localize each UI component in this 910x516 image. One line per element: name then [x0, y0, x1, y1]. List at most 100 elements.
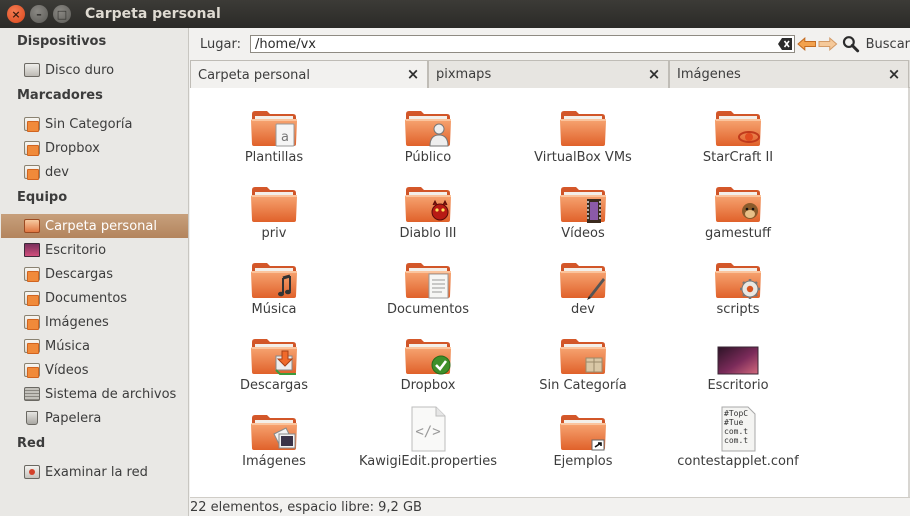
downloads-folder-icon: [250, 330, 298, 376]
file-item[interactable]: StarCraft II: [663, 102, 813, 165]
videos-folder-icon: [559, 178, 607, 224]
folder-icon: [559, 102, 607, 148]
file-item-label: Plantillas: [244, 150, 304, 165]
sidebar-item-label: Imágenes: [45, 314, 109, 330]
sidebar-item[interactable]: Música: [1, 334, 188, 358]
file-item[interactable]: Escritorio: [663, 330, 813, 393]
file-view[interactable]: a Plantillas Público VirtualBox VMs StarCraf…: [190, 88, 908, 497]
package-icon: [253, 482, 295, 497]
file-item[interactable]: #TopC #Tue com.t com.t contestapplet.conf: [663, 406, 813, 469]
sidebar-item[interactable]: dev: [1, 160, 188, 184]
file-item-label: Descargas: [239, 378, 308, 393]
filesystem-icon: [24, 387, 40, 401]
file-item[interactable]: gamestuff: [663, 178, 813, 241]
music-folder-icon: [250, 254, 298, 300]
sidebar-item[interactable]: Papelera: [1, 406, 188, 430]
file-item[interactable]: scripts: [663, 254, 813, 317]
file-item[interactable]: Público: [353, 102, 503, 165]
folder-icon: [24, 165, 40, 180]
file-item-label: Vídeos: [561, 226, 605, 241]
sidebar-item[interactable]: Vídeos: [1, 358, 188, 382]
back-arrow-icon[interactable]: [797, 37, 817, 51]
sidebar-heading: Marcadores: [17, 88, 103, 103]
sidebar-item-label: Sin Categoría: [45, 116, 133, 132]
location-bar: Lugar: /home/vx Buscar: [190, 28, 910, 60]
starcraft-folder-icon: [714, 102, 762, 148]
file-item[interactable]: Documentos: [353, 254, 503, 317]
sidebar-item[interactable]: Disco duro: [1, 58, 188, 82]
file-item-label: KawigiEdit.properties: [358, 454, 498, 469]
file-item[interactable]: Imágenes: [199, 406, 349, 469]
sidebar-item[interactable]: Imágenes: [1, 310, 188, 334]
documents-folder-icon: [404, 254, 452, 300]
tab[interactable]: pixmaps ×: [428, 60, 669, 88]
sidebar-item[interactable]: Escritorio: [1, 238, 188, 262]
tab-close-icon[interactable]: ×: [647, 67, 661, 82]
file-item[interactable]: Ejemplos: [508, 406, 658, 469]
sidebar-heading: Red: [17, 436, 46, 451]
folder-icon: [250, 178, 298, 224]
forward-arrow-icon[interactable]: [818, 37, 838, 51]
sidebar-item[interactable]: Carpeta personal: [1, 214, 188, 238]
file-item[interactable]: Sin Categoría: [508, 330, 658, 393]
title-bar: × – □ Carpeta personal: [0, 0, 910, 28]
file-item[interactable]: [353, 482, 503, 497]
file-item[interactable]: [199, 482, 349, 497]
sidebar-item-label: Carpeta personal: [45, 218, 157, 234]
close-window-button[interactable]: ×: [7, 5, 25, 23]
file-item-label: Ejemplos: [553, 454, 613, 469]
maximize-window-button[interactable]: □: [53, 5, 71, 23]
sidebar-item[interactable]: Documentos: [1, 286, 188, 310]
sidebar-item[interactable]: Descargas: [1, 262, 188, 286]
file-item[interactable]: Descargas: [199, 330, 349, 393]
file-item-label: Documentos: [386, 302, 470, 317]
file-item-label: Dropbox: [400, 378, 456, 393]
window-title: Carpeta personal: [85, 6, 221, 22]
svg-text:com.t: com.t: [724, 427, 748, 436]
file-item[interactable]: VirtualBox VMs: [508, 102, 658, 165]
file-item[interactable]: priv: [199, 178, 349, 241]
tab-close-icon[interactable]: ×: [887, 67, 901, 82]
sidebar-item[interactable]: Sin Categoría: [1, 112, 188, 136]
search-button[interactable]: Buscar: [866, 37, 910, 52]
clear-icon[interactable]: [777, 38, 792, 50]
file-item-label: gamestuff: [705, 226, 771, 241]
sidebar-item[interactable]: Dropbox: [1, 136, 188, 160]
sidebar-item-label: dev: [45, 164, 69, 180]
file-item[interactable]: dev: [508, 254, 658, 317]
svg-text:a: a: [281, 130, 289, 145]
folder-icon: [24, 267, 40, 282]
tab[interactable]: Imágenes ×: [669, 60, 909, 88]
sidebar-item-label: Descargas: [45, 266, 114, 282]
text-file-icon: </>: [408, 406, 448, 452]
file-item[interactable]: </> KawigiEdit.properties: [353, 406, 503, 469]
sidebar-item[interactable]: Examinar la red: [1, 460, 188, 484]
file-item[interactable]: a Plantillas: [199, 102, 349, 165]
file-item[interactable]: Diablo III: [353, 178, 503, 241]
file-item[interactable]: Dropbox: [353, 330, 503, 393]
location-input[interactable]: /home/vx: [249, 35, 795, 53]
tab-label: Imágenes: [677, 67, 741, 82]
tab[interactable]: Carpeta personal ×: [190, 60, 428, 89]
sidebar-item-label: Dropbox: [45, 140, 100, 156]
file-item-label: Sin Categoría: [539, 378, 627, 393]
box-folder-icon: [559, 330, 607, 376]
file-item[interactable]: Vídeos: [508, 178, 658, 241]
tab-close-icon[interactable]: ×: [406, 67, 420, 82]
public-folder-icon: [404, 102, 452, 148]
sidebar-item-label: Examinar la red: [45, 464, 148, 480]
pictures-folder-icon: [250, 406, 298, 452]
file-item-label: Imágenes: [242, 454, 306, 469]
sidebar-item-label: Sistema de archivos: [45, 386, 177, 402]
sidebar-item-label: Escritorio: [45, 242, 107, 258]
folder-icon: [24, 315, 40, 330]
file-item-label: Diablo III: [399, 226, 457, 241]
search-icon[interactable]: [842, 35, 860, 53]
folder-icon: [24, 339, 40, 354]
desktop-folder-icon: [717, 330, 759, 376]
minimize-window-button[interactable]: –: [30, 5, 48, 23]
file-item-label: dev: [571, 302, 595, 317]
file-item[interactable]: Música: [199, 254, 349, 317]
svg-text:#TopC: #TopC: [724, 409, 748, 418]
sidebar-item[interactable]: Sistema de archivos: [1, 382, 188, 406]
